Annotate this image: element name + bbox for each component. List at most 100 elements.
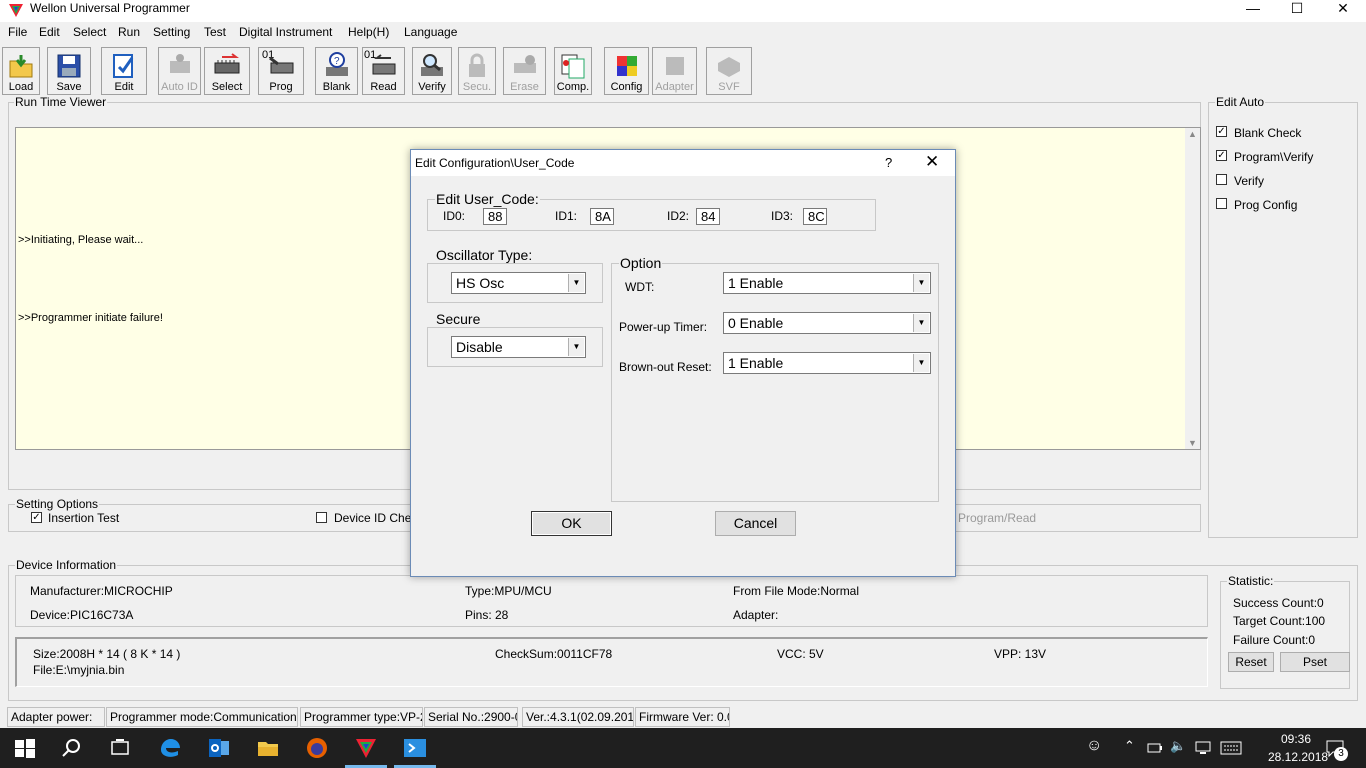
scroll-down-icon[interactable]: ▼: [1188, 438, 1197, 448]
blank-check-label: Blank Check: [1234, 126, 1302, 140]
wellon-app-icon[interactable]: [354, 736, 378, 760]
device-information-title: Device Information: [15, 558, 118, 572]
device-id-check-checkbox[interactable]: [316, 512, 327, 523]
run-time-viewer-title: Run Time Viewer: [14, 95, 108, 109]
file-explorer-icon[interactable]: [256, 736, 280, 760]
prog-button[interactable]: 01 Prog: [258, 47, 304, 95]
dialog-help-button[interactable]: ?: [885, 155, 892, 170]
brown-out-reset-select[interactable]: 1 Enable ▼: [723, 352, 931, 374]
menu-test[interactable]: Test: [204, 25, 226, 39]
target-count-text: Target Count:100: [1233, 614, 1326, 628]
read-button[interactable]: 01 Read: [362, 47, 405, 95]
edit-configuration-dialog: Edit Configuration\User_Code ? ✕ Edit Us…: [410, 149, 956, 577]
menu-setting[interactable]: Setting: [153, 25, 190, 39]
firefox-icon[interactable]: [305, 736, 329, 760]
secure-select[interactable]: Disable ▼: [451, 336, 586, 358]
prog-config-checkbox[interactable]: [1216, 198, 1227, 209]
setting-options-title: Setting Options: [15, 497, 100, 511]
menu-bar: File Edit Select Run Setting Test Digita…: [0, 24, 1366, 42]
status-programmer-type: Programmer type:VP-290: [300, 707, 423, 727]
power-up-timer-label: Power-up Timer:: [619, 320, 708, 334]
id1-input[interactable]: 8A: [590, 208, 614, 225]
program-verify-checkbox[interactable]: ✓: [1216, 150, 1227, 161]
status-adapter-power: Adapter power:: [7, 707, 105, 727]
powershell-icon[interactable]: [403, 736, 427, 760]
wdt-select[interactable]: 1 Enable ▼: [723, 272, 931, 294]
adapter-icon: [665, 57, 684, 75]
task-view-icon[interactable]: [108, 736, 132, 760]
success-count-text: Success Count:0: [1233, 596, 1324, 610]
edge-icon[interactable]: [158, 736, 182, 760]
reset-button[interactable]: Reset: [1228, 652, 1274, 672]
adapter-text: Adapter:: [733, 608, 779, 622]
insertion-test-checkbox[interactable]: ✓: [31, 512, 42, 523]
save-icon: [57, 54, 81, 78]
device-text: Device:PIC16C73A: [30, 608, 134, 622]
save-button[interactable]: Save: [47, 47, 91, 95]
secure-button[interactable]: Secu.: [458, 47, 496, 95]
compare-icon: [561, 54, 585, 79]
user-code-title: Edit User_Code:: [435, 191, 540, 207]
vertical-scrollbar[interactable]: ▲ ▼: [1185, 128, 1200, 449]
prog-icon: [269, 56, 294, 74]
oscillator-type-select[interactable]: HS Osc ▼: [451, 272, 586, 294]
select-button[interactable]: Select: [204, 47, 250, 95]
ok-button[interactable]: OK: [531, 511, 612, 536]
erase-button[interactable]: Erase: [503, 47, 546, 95]
title-bar: Wellon Universal Programmer — ☐ ✕: [0, 0, 1366, 22]
menu-edit[interactable]: Edit: [39, 25, 60, 39]
clock-time[interactable]: 09:36: [1281, 732, 1311, 746]
toolbar: Load Save Edit Auto ID Select 01 Prog ? …: [0, 44, 1366, 96]
type-text: Type:MPU/MCU: [465, 584, 552, 598]
people-icon[interactable]: ☺: [1086, 737, 1102, 755]
outlook-icon[interactable]: [207, 736, 231, 760]
blank-button[interactable]: ? Blank: [315, 47, 358, 95]
compare-button[interactable]: Comp.: [554, 47, 592, 95]
auto-id-button[interactable]: Auto ID: [158, 47, 201, 95]
network-icon[interactable]: [1194, 740, 1212, 756]
device-info-panel: [15, 575, 1208, 627]
windows-start-icon[interactable]: [13, 736, 37, 760]
verify-checkbox[interactable]: [1216, 174, 1227, 185]
wdt-value: 1 Enable: [728, 275, 784, 291]
tray-chevron-icon[interactable]: ⌃: [1124, 738, 1135, 754]
id0-input[interactable]: 88: [483, 208, 507, 225]
keyboard-icon[interactable]: [1220, 741, 1242, 755]
menu-file[interactable]: File: [8, 25, 27, 39]
id2-input[interactable]: 84: [696, 208, 720, 225]
cancel-button[interactable]: Cancel: [715, 511, 796, 536]
chevron-down-icon: ▼: [568, 274, 584, 292]
verify-button[interactable]: Verify: [412, 47, 452, 95]
load-button[interactable]: Load: [2, 47, 40, 95]
blank-check-checkbox[interactable]: ✓: [1216, 126, 1227, 137]
dialog-close-button[interactable]: ✕: [925, 152, 939, 172]
volume-icon[interactable]: 🔈: [1170, 738, 1186, 754]
edit-icon: [113, 54, 134, 78]
edit-button[interactable]: Edit: [101, 47, 147, 95]
menu-run[interactable]: Run: [118, 25, 140, 39]
from-file-mode-text: From File Mode:Normal: [733, 584, 860, 598]
id3-input[interactable]: 8C: [803, 208, 827, 225]
status-serial-no: Serial No.:2900-0: [424, 707, 518, 727]
config-button[interactable]: Config: [604, 47, 649, 95]
close-button[interactable]: ✕: [1320, 0, 1366, 22]
pset-button[interactable]: Pset: [1280, 652, 1350, 672]
svf-button[interactable]: SVF: [706, 47, 752, 95]
adapter-button[interactable]: Adapter: [652, 47, 697, 95]
secure-title: Secure: [435, 311, 482, 327]
blank-icon: ?: [325, 52, 348, 76]
scroll-up-icon[interactable]: ▲: [1188, 129, 1197, 139]
menu-language[interactable]: Language: [404, 25, 457, 39]
menu-select[interactable]: Select: [73, 25, 106, 39]
menu-digital-instrument[interactable]: Digital Instrument: [239, 25, 332, 39]
clock-date[interactable]: 28.12.2018: [1268, 750, 1328, 764]
failure-count-text: Failure Count:0: [1233, 633, 1316, 647]
chevron-down-icon: ▼: [913, 314, 929, 332]
oscillator-title: Oscillator Type:: [435, 247, 534, 263]
menu-help[interactable]: Help(H): [348, 25, 389, 39]
size-text: Size:2008H * 14 ( 8 K * 14 ): [33, 647, 181, 661]
minimize-button[interactable]: —: [1230, 0, 1276, 22]
search-icon[interactable]: [60, 736, 84, 760]
power-up-timer-select[interactable]: 0 Enable ▼: [723, 312, 931, 334]
maximize-button[interactable]: ☐: [1274, 0, 1320, 22]
